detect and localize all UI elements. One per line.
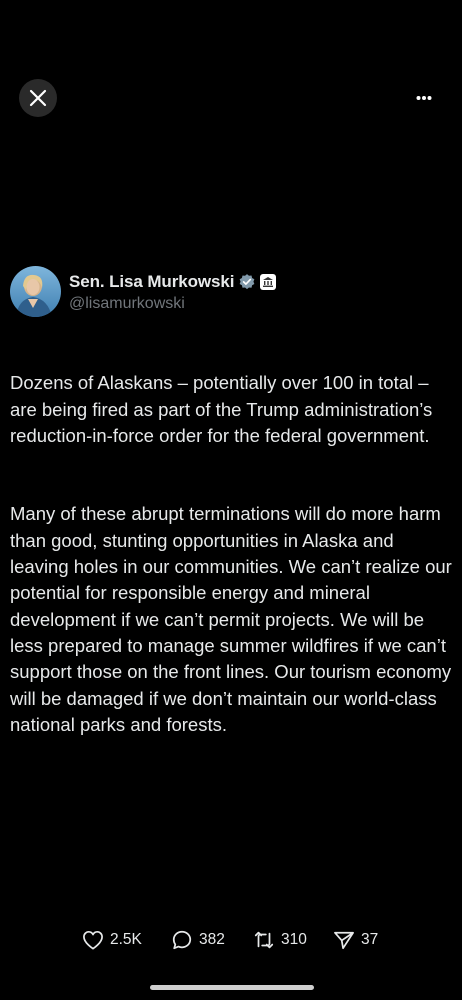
reply-icon	[172, 930, 192, 950]
tweet-paragraph: Many of these abrupt terminations will d…	[10, 503, 452, 735]
home-indicator[interactable]	[150, 985, 314, 990]
tweet-text: Dozens of Alaskans – potentially over 10…	[10, 344, 456, 764]
more-options-button[interactable]	[408, 86, 440, 110]
views-count: 37	[361, 931, 379, 948]
views-button[interactable]: 37	[333, 926, 378, 954]
tweet-actions-bar: 2.5K 382 310 37	[0, 926, 462, 954]
repost-count: 310	[281, 931, 307, 948]
reply-button[interactable]: 382	[171, 926, 225, 954]
views-icon	[334, 931, 354, 950]
more-icon	[416, 96, 432, 100]
verified-badge-icon	[238, 273, 256, 291]
author-display-name[interactable]: Sen. Lisa Murkowski	[69, 272, 234, 292]
repost-icon	[254, 931, 274, 949]
like-count: 2.5K	[110, 931, 142, 948]
government-badge-icon	[260, 273, 277, 290]
close-button[interactable]	[19, 79, 57, 117]
tweet-paragraph: Dozens of Alaskans – potentially over 10…	[10, 372, 433, 446]
heart-icon	[83, 930, 103, 950]
avatar[interactable]	[10, 266, 61, 317]
close-icon	[29, 89, 47, 107]
like-button[interactable]: 2.5K	[82, 926, 142, 954]
tweet-detail-screen: Sen. Lisa Murkowski @lisamurkowski Dozen…	[0, 0, 462, 1000]
tweet-author: Sen. Lisa Murkowski @lisamurkowski	[10, 266, 277, 317]
author-handle[interactable]: @lisamurkowski	[69, 295, 276, 313]
reply-count: 382	[199, 931, 225, 948]
repost-button[interactable]: 310	[253, 926, 307, 954]
